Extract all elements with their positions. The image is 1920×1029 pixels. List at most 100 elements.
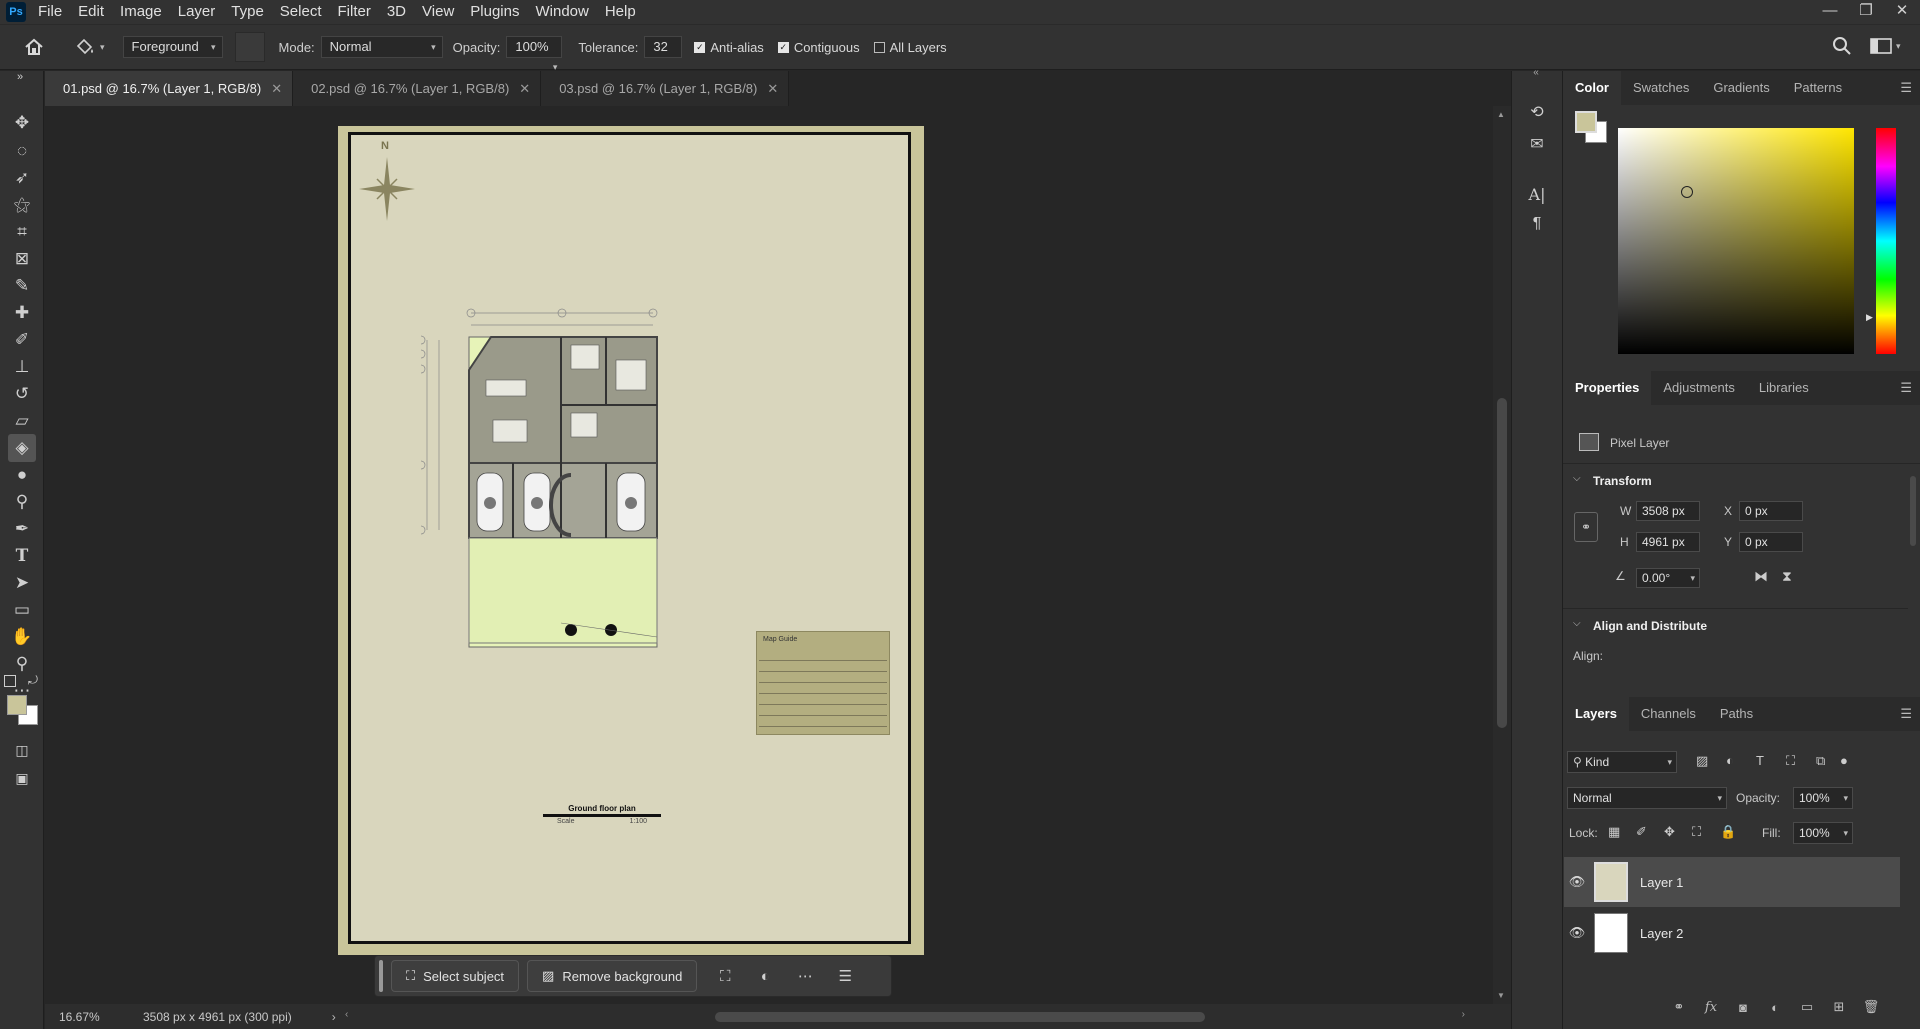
layer-row-layer-2[interactable]: 👁 Layer 2 bbox=[1564, 908, 1900, 958]
hand-tool-icon[interactable]: ✋ bbox=[8, 623, 36, 651]
delete-layer-icon[interactable]: 🗑 bbox=[1855, 999, 1887, 1015]
tab-01-psd[interactable]: 01.psd @ 16.7% (Layer 1, RGB/8) ✕ bbox=[45, 71, 294, 106]
adjustment-layer-icon[interactable]: ◐ bbox=[1759, 1000, 1791, 1015]
menu-3d[interactable]: 3D bbox=[379, 0, 414, 24]
filter-adjustment-icon[interactable]: ◐ bbox=[1726, 753, 1756, 769]
tab-patterns[interactable]: Patterns bbox=[1782, 71, 1854, 105]
chevron-down-icon[interactable]: ▾ bbox=[1843, 788, 1848, 808]
home-icon[interactable] bbox=[20, 33, 48, 61]
panel-menu-icon[interactable]: ☰ bbox=[1900, 697, 1912, 731]
mode-dropdown[interactable]: Normal ▾ bbox=[320, 36, 443, 58]
close-tab-icon[interactable]: ✕ bbox=[767, 81, 778, 96]
marquee-tool-icon[interactable]: ◌ bbox=[8, 137, 36, 165]
filter-smart-object-icon[interactable]: ⧉ bbox=[1816, 753, 1840, 769]
color-field[interactable] bbox=[1618, 128, 1854, 354]
tool-preset-chevron-icon[interactable]: ▾ bbox=[100, 42, 105, 53]
brush-tool-icon[interactable]: ✐ bbox=[8, 326, 36, 354]
tab-adjustments[interactable]: Adjustments bbox=[1651, 371, 1747, 405]
restore-button[interactable]: ❐ bbox=[1848, 0, 1884, 24]
blur-tool-icon[interactable]: ● bbox=[8, 461, 36, 489]
menu-layer[interactable]: Layer bbox=[170, 0, 224, 24]
x-input[interactable]: 0 px bbox=[1739, 501, 1803, 521]
path-selection-tool-icon[interactable]: ➤ bbox=[8, 569, 36, 597]
canvas-area[interactable]: N Map Guide Ground floor plan Scale 1:10… bbox=[45, 106, 1493, 1004]
scroll-left-arrow-icon[interactable]: ‹ bbox=[345, 1009, 348, 1020]
tab-libraries[interactable]: Libraries bbox=[1747, 371, 1821, 405]
tab-gradients[interactable]: Gradients bbox=[1701, 71, 1781, 105]
screen-mode-icon[interactable]: ▣ bbox=[8, 764, 36, 792]
flip-horizontal-icon[interactable]: ⧓ bbox=[1754, 568, 1768, 585]
status-menu-chevron-icon[interactable]: › bbox=[332, 1010, 336, 1024]
more-options-icon[interactable]: ⋯ bbox=[789, 960, 821, 992]
select-subject-button[interactable]: ⛶ Select subject bbox=[391, 960, 520, 992]
menu-help[interactable]: Help bbox=[597, 0, 644, 24]
adjustment-icon[interactable]: ◐ bbox=[749, 960, 781, 992]
new-group-icon[interactable]: ▭ bbox=[1791, 999, 1823, 1015]
blend-mode-dropdown[interactable]: Normal ▾ bbox=[1567, 787, 1727, 809]
lasso-tool-icon[interactable]: ➶ bbox=[8, 164, 36, 192]
filter-toggle-icon[interactable]: ● bbox=[1840, 753, 1860, 769]
fill-source-dropdown[interactable]: Foreground ▾ bbox=[122, 36, 223, 58]
flip-vertical-icon[interactable]: ⧗ bbox=[1782, 568, 1792, 585]
menu-plugins[interactable]: Plugins bbox=[462, 0, 527, 24]
settings-sliders-icon[interactable]: ☰ bbox=[829, 960, 861, 992]
document-canvas[interactable]: N Map Guide Ground floor plan Scale 1:10… bbox=[338, 126, 924, 955]
properties-scrollbar[interactable] bbox=[1908, 466, 1918, 666]
menu-edit[interactable]: Edit bbox=[70, 0, 112, 24]
menu-file[interactable]: File bbox=[30, 0, 70, 24]
menu-view[interactable]: View bbox=[414, 0, 462, 24]
collapse-toolbar-icon[interactable]: » bbox=[6, 69, 34, 85]
visibility-eye-icon[interactable]: 👁 bbox=[1564, 874, 1590, 890]
filter-pixel-icon[interactable]: ▨ bbox=[1696, 753, 1726, 769]
drag-handle[interactable] bbox=[379, 960, 383, 992]
transform-icon[interactable]: ⛶ bbox=[709, 960, 741, 992]
width-input[interactable]: 3508 px bbox=[1636, 501, 1700, 521]
tab-properties[interactable]: Properties bbox=[1563, 371, 1652, 405]
menu-image[interactable]: Image bbox=[112, 0, 170, 24]
tab-color[interactable]: Color bbox=[1563, 71, 1621, 105]
height-input[interactable]: 4961 px bbox=[1636, 532, 1700, 552]
tab-channels[interactable]: Channels bbox=[1629, 697, 1708, 731]
properties-scroll-thumb[interactable] bbox=[1910, 476, 1916, 546]
tab-swatches[interactable]: Swatches bbox=[1621, 71, 1701, 105]
tab-03-psd[interactable]: 03.psd @ 16.7% (Layer 1, RGB/8) ✕ bbox=[541, 71, 790, 106]
tab-02-psd[interactable]: 02.psd @ 16.7% (Layer 1, RGB/8) ✕ bbox=[293, 71, 542, 106]
layer-filter-dropdown[interactable]: ⚲ Kind ▾ bbox=[1567, 751, 1677, 773]
filter-shape-icon[interactable]: ⛶ bbox=[1786, 753, 1816, 769]
type-tool-icon[interactable]: T bbox=[8, 542, 36, 570]
link-layers-icon[interactable]: ⚭ bbox=[1663, 999, 1695, 1015]
anti-alias-checkbox[interactable]: ✓ Anti-alias bbox=[694, 40, 764, 55]
crop-tool-icon[interactable]: ⌗ bbox=[8, 218, 36, 246]
layer-style-fx-icon[interactable]: fx bbox=[1695, 1000, 1727, 1015]
visibility-eye-icon[interactable]: 👁 bbox=[1564, 925, 1590, 941]
menu-window[interactable]: Window bbox=[527, 0, 596, 24]
workspace-icon[interactable]: ▾ bbox=[1870, 37, 1901, 55]
close-tab-icon[interactable]: ✕ bbox=[271, 81, 282, 96]
tab-layers[interactable]: Layers bbox=[1563, 697, 1629, 731]
align-distribute-title[interactable]: Align and Distribute bbox=[1593, 619, 1707, 633]
healing-brush-tool-icon[interactable]: ✚ bbox=[8, 299, 36, 327]
layer-row-layer-1[interactable]: 👁 Layer 1 bbox=[1564, 857, 1900, 907]
quick-mask-icon[interactable]: ◫ bbox=[8, 736, 36, 764]
layer-opacity-input[interactable]: 100% ▾ bbox=[1793, 787, 1853, 809]
link-proportions-icon[interactable]: ⚭ bbox=[1574, 512, 1598, 542]
foreground-color-swatch[interactable] bbox=[7, 695, 27, 715]
transform-section-title[interactable]: Transform bbox=[1593, 474, 1652, 488]
opacity-input[interactable]: 100% ▾ bbox=[506, 36, 563, 72]
tab-paths[interactable]: Paths bbox=[1708, 697, 1765, 731]
remove-background-button[interactable]: ▨ Remove background bbox=[527, 960, 698, 992]
hue-slider-marker-icon[interactable]: ▶ bbox=[1866, 312, 1873, 323]
lock-artboard-icon[interactable]: ⛶ bbox=[1692, 824, 1720, 840]
lock-all-icon[interactable]: 🔒 bbox=[1720, 824, 1748, 840]
vertical-scroll-thumb[interactable] bbox=[1497, 398, 1507, 728]
panel-menu-icon[interactable]: ☰ bbox=[1900, 371, 1912, 405]
history-brush-tool-icon[interactable]: ↺ bbox=[8, 380, 36, 408]
rectangle-tool-icon[interactable]: ▭ bbox=[8, 596, 36, 624]
zoom-level[interactable]: 16.67% bbox=[59, 1010, 133, 1024]
swap-colors-icon[interactable]: ⤾ bbox=[28, 673, 38, 688]
move-tool-icon[interactable]: ✥ bbox=[8, 109, 36, 137]
pattern-swatch[interactable] bbox=[234, 32, 265, 62]
menu-select[interactable]: Select bbox=[272, 0, 330, 24]
all-layers-checkbox[interactable]: All Layers bbox=[873, 40, 947, 55]
y-input[interactable]: 0 px bbox=[1739, 532, 1803, 552]
